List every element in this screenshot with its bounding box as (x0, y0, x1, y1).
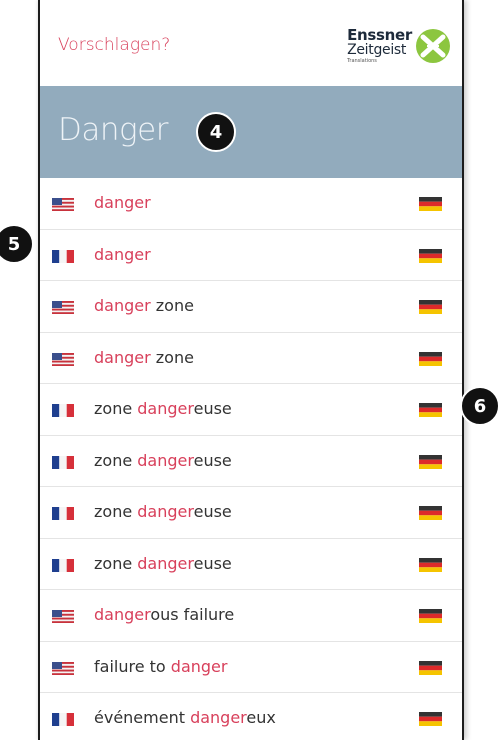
de-flag-icon[interactable] (419, 557, 442, 572)
de-flag-icon[interactable] (419, 608, 442, 623)
result-text-part: eux (246, 708, 276, 727)
result-row[interactable]: zone dangereuse (40, 539, 462, 590)
fr-flag-icon (52, 402, 74, 417)
de-flag-icon[interactable] (419, 351, 442, 366)
search-term-title: Danger (58, 112, 168, 148)
suggest-link[interactable]: Vorschlagen? (58, 35, 170, 55)
match-highlight: danger (94, 605, 151, 624)
match-highlight: danger (137, 553, 194, 573)
result-text: zone dangereuse (94, 502, 232, 521)
result-row[interactable]: failure to danger (40, 642, 462, 693)
match-highlight: danger (137, 502, 194, 521)
result-text: danger (94, 193, 151, 212)
result-text: danger (94, 245, 151, 264)
callout-badge-4: 4 (196, 112, 236, 152)
result-text-part: zone (94, 450, 138, 470)
callout-badge-6: 6 (460, 386, 498, 426)
result-text: zone dangereuse (94, 554, 232, 573)
callout-badge-5: 5 (0, 224, 34, 264)
match-highlight: danger (137, 399, 194, 418)
us-flag-icon (52, 299, 74, 314)
result-row[interactable]: dangerous failure (40, 590, 462, 642)
us-flag-icon (52, 351, 74, 366)
de-flag-icon[interactable] (419, 299, 442, 314)
de-flag-icon[interactable] (419, 660, 442, 675)
de-flag-icon[interactable] (419, 505, 442, 520)
fr-flag-icon (52, 711, 74, 726)
logo-text: Enssner Zeitgeist Translations (347, 28, 412, 65)
match-highlight: danger (94, 347, 151, 367)
result-text-part: zone (150, 347, 194, 367)
result-text-part: euse (193, 553, 232, 573)
result-row[interactable]: danger (40, 178, 462, 230)
result-text: failure to danger (94, 657, 227, 676)
fr-flag-icon (52, 454, 74, 469)
top-bar: Vorschlagen? Enssner Zeitgeist Translati… (40, 0, 462, 86)
result-text-part: zone (94, 502, 138, 521)
fr-flag-icon (52, 505, 74, 520)
match-highlight: danger (94, 244, 151, 264)
us-flag-icon (52, 196, 74, 211)
result-row[interactable]: zone dangereuse (40, 487, 462, 539)
result-row[interactable]: danger zone (40, 281, 462, 333)
fr-flag-icon (52, 557, 74, 572)
result-text: zone dangereuse (94, 399, 232, 418)
logo-mark-icon (416, 29, 450, 63)
match-highlight: danger (94, 296, 151, 315)
us-flag-icon (52, 660, 74, 675)
brand-logo: Enssner Zeitgeist Translations (332, 28, 452, 74)
de-flag-icon[interactable] (419, 711, 442, 726)
result-text-part: zone (94, 399, 138, 418)
result-text: dangerous failure (94, 605, 234, 624)
result-text-part: ous failure (150, 605, 235, 624)
result-text-part: zone (94, 553, 138, 573)
result-row[interactable]: danger zone (40, 333, 462, 384)
results-list: danger danger danger zone danger zone zone d… (40, 178, 462, 740)
app-frame: Vorschlagen? Enssner Zeitgeist Translati… (38, 0, 464, 740)
result-text-part: euse (193, 502, 232, 521)
match-highlight: danger (190, 708, 247, 727)
result-text: danger zone (94, 296, 194, 315)
match-highlight: danger (137, 450, 194, 470)
result-text: danger zone (94, 348, 194, 367)
search-header: Danger (40, 86, 462, 178)
result-text: événement dangereux (94, 708, 276, 727)
logo-line-1: Enssner (347, 26, 412, 44)
result-text-part: euse (193, 399, 232, 418)
de-flag-icon[interactable] (419, 402, 442, 417)
result-row[interactable]: événement dangereux (40, 693, 462, 740)
result-text-part: failure to (94, 656, 171, 676)
logo-line-3: Translations (347, 58, 377, 64)
match-highlight: danger (94, 193, 151, 212)
de-flag-icon[interactable] (419, 196, 442, 211)
result-text-part: événement (94, 708, 191, 727)
result-row[interactable]: zone dangereuse (40, 384, 462, 436)
match-highlight: danger (170, 656, 228, 676)
fr-flag-icon (52, 248, 74, 263)
result-text-part: euse (193, 450, 232, 470)
result-text: zone dangereuse (94, 451, 232, 470)
de-flag-icon[interactable] (419, 454, 442, 469)
result-text-part: zone (150, 296, 194, 315)
us-flag-icon (52, 608, 74, 623)
result-row[interactable]: zone dangereuse (40, 436, 462, 487)
de-flag-icon[interactable] (419, 248, 442, 263)
logo-line-2: Zeitgeist (347, 42, 407, 58)
result-row[interactable]: danger (40, 230, 462, 281)
